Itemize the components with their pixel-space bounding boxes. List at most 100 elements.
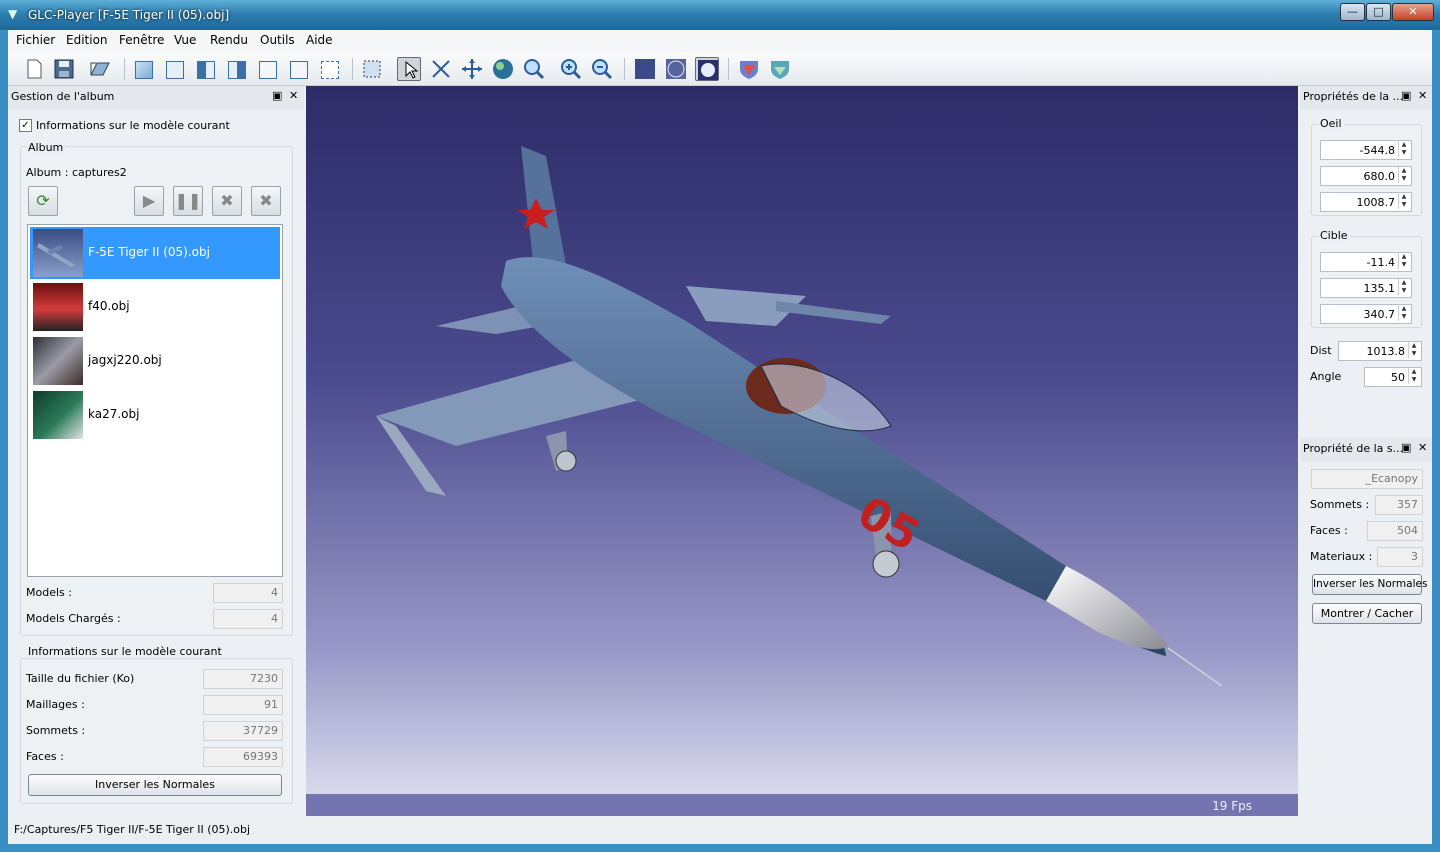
- undock-icon[interactable]: ▣: [1401, 441, 1411, 454]
- target-x-spin-icon[interactable]: ▲ ▼: [1398, 253, 1409, 269]
- selection-panel: Propriété de la s... ▣ ✕ _Ecanopy Sommet…: [1300, 438, 1432, 638]
- light-settings-icon[interactable]: [737, 57, 761, 81]
- view-right-icon[interactable]: [225, 57, 249, 81]
- eye-z-spin-icon[interactable]: ▲ ▼: [1398, 193, 1409, 209]
- minimize-button[interactable]: —: [1340, 3, 1365, 21]
- 3d-viewport[interactable]: 05: [306, 86, 1298, 816]
- view-top-icon[interactable]: [256, 57, 280, 81]
- dist-label: Dist: [1310, 344, 1332, 357]
- vertices-label: Sommets :: [26, 724, 86, 737]
- remove-all-icon[interactable]: ✖: [251, 186, 281, 216]
- vertices-value: 37729: [203, 721, 283, 741]
- sel-materials-value: 3: [1377, 547, 1423, 567]
- menu-fenetre[interactable]: Fenêtre: [119, 33, 164, 47]
- eye-y-spin-icon[interactable]: ▲ ▼: [1398, 167, 1409, 183]
- view-left-icon[interactable]: [194, 57, 218, 81]
- toolbar-separator: [124, 58, 125, 80]
- orbit-icon[interactable]: [491, 57, 515, 81]
- status-bar: F:/Captures/F5 Tiger II/F-5E Tiger II (0…: [8, 816, 1432, 844]
- show-hide-button[interactable]: Montrer / Cacher: [1312, 603, 1422, 624]
- refresh-icon[interactable]: ⟳: [28, 186, 58, 216]
- selection-panel-title: Propriété de la s...: [1300, 438, 1432, 462]
- sel-vertices-label: Sommets :: [1310, 498, 1370, 511]
- thumbnail-jaguar: [33, 337, 83, 385]
- eye-x-spin-icon[interactable]: ▲ ▼: [1398, 141, 1409, 157]
- close-button[interactable]: ✕: [1392, 3, 1434, 21]
- menu-aide[interactable]: Aide: [306, 33, 333, 47]
- window-title: GLC-Player [F-5E Tiger II (05).obj]: [28, 8, 230, 22]
- fps-bar: 19 Fps: [306, 794, 1298, 816]
- app-icon: ▼: [8, 7, 18, 21]
- thumbnail-ka27: [33, 391, 83, 439]
- thumbnail-f5: [33, 229, 83, 277]
- sel-faces-value: 504: [1367, 521, 1423, 541]
- maximize-button[interactable]: □: [1366, 3, 1391, 21]
- zoom-out-icon[interactable]: [590, 57, 614, 81]
- pan-icon[interactable]: [460, 57, 484, 81]
- background-settings-icon[interactable]: [768, 57, 792, 81]
- fit-all-icon[interactable]: [360, 57, 384, 81]
- play-icon[interactable]: ▶: [134, 186, 164, 216]
- list-item[interactable]: ka27.obj: [30, 389, 280, 441]
- sel-materials-label: Materiaux :: [1310, 550, 1373, 563]
- zoom-in-icon[interactable]: [559, 57, 583, 81]
- toolbar-separator: [624, 58, 625, 80]
- album-name: Album : captures2: [26, 166, 127, 179]
- list-item[interactable]: jagxj220.obj: [30, 335, 280, 387]
- undock-icon[interactable]: ▣: [1401, 89, 1411, 102]
- view-bottom-icon[interactable]: [287, 57, 311, 81]
- menu-edition[interactable]: Edition: [66, 33, 108, 47]
- aircraft-model: 05: [376, 146, 1223, 687]
- close-panel-icon[interactable]: ✕: [1418, 441, 1427, 454]
- faces-label: Faces :: [26, 750, 64, 763]
- meshes-label: Maillages :: [26, 698, 85, 711]
- album-panel-title: Gestion de l'album: [8, 86, 304, 110]
- menu-outils[interactable]: Outils: [260, 33, 295, 47]
- undock-icon[interactable]: ▣: [272, 89, 282, 102]
- menu-vue[interactable]: Vue: [174, 33, 196, 47]
- render-shaded-icon[interactable]: [633, 57, 657, 81]
- menu-rendu[interactable]: Rendu: [210, 33, 248, 47]
- close-panel-icon[interactable]: ✕: [1418, 89, 1427, 102]
- close-panel-icon[interactable]: ✕: [289, 89, 298, 102]
- open-icon[interactable]: [88, 57, 112, 81]
- toolbar: [8, 52, 1432, 86]
- eye-label: Oeil: [1318, 117, 1344, 130]
- dist-spin-icon[interactable]: ▲ ▼: [1408, 342, 1419, 358]
- angle-spin-icon[interactable]: ▲ ▼: [1408, 368, 1419, 384]
- model-info-title: Informations sur le modèle courant: [26, 645, 224, 658]
- view-front-icon[interactable]: [163, 57, 187, 81]
- pause-icon[interactable]: ❚❚: [173, 186, 203, 216]
- sel-invert-normals-button[interactable]: Inverser les Normales: [1312, 574, 1427, 595]
- target-label: Cible: [1318, 229, 1350, 242]
- invert-normals-button[interactable]: Inverser les Normales: [28, 774, 282, 796]
- new-file-icon[interactable]: [22, 57, 46, 81]
- filesize-value: 7230: [203, 669, 283, 689]
- faces-value: 69393: [203, 747, 283, 767]
- remove-model-icon[interactable]: ✖: [212, 186, 242, 216]
- select-pointer-icon[interactable]: [397, 57, 421, 81]
- info-checkbox[interactable]: ✓: [19, 119, 32, 132]
- zoom-box-icon[interactable]: [429, 57, 453, 81]
- toolbar-separator: [352, 58, 353, 80]
- save-icon[interactable]: [52, 57, 76, 81]
- selection-name: _Ecanopy: [1311, 469, 1423, 489]
- fps-counter: 19 Fps: [1212, 799, 1252, 813]
- view-iso-icon[interactable]: [132, 57, 156, 81]
- sel-vertices-value: 357: [1375, 495, 1423, 515]
- thumbnail-f40: [33, 283, 83, 331]
- target-z-spin-icon[interactable]: ▲ ▼: [1398, 305, 1409, 321]
- list-item[interactable]: f40.obj: [30, 281, 280, 333]
- models-label: Models :: [26, 586, 72, 599]
- list-item[interactable]: F-5E Tiger II (05).obj: [30, 227, 280, 279]
- toolbar-separator: [728, 58, 729, 80]
- render-wire-icon[interactable]: [664, 57, 688, 81]
- zoom-icon[interactable]: [522, 57, 546, 81]
- target-y-spin-icon[interactable]: ▲ ▼: [1398, 279, 1409, 295]
- camera-panel: Propriétés de la ... ▣ ✕ Oeil -544.8 ▲ ▼ …: [1300, 86, 1432, 436]
- model-list[interactable]: F-5E Tiger II (05).obj f40.obj jagxj220.…: [27, 224, 283, 577]
- view-back-icon[interactable]: [318, 57, 342, 81]
- render-smooth-icon[interactable]: [695, 57, 719, 81]
- status-path: F:/Captures/F5 Tiger II/F-5E Tiger II (0…: [14, 823, 251, 836]
- menu-fichier[interactable]: Fichier: [16, 33, 55, 47]
